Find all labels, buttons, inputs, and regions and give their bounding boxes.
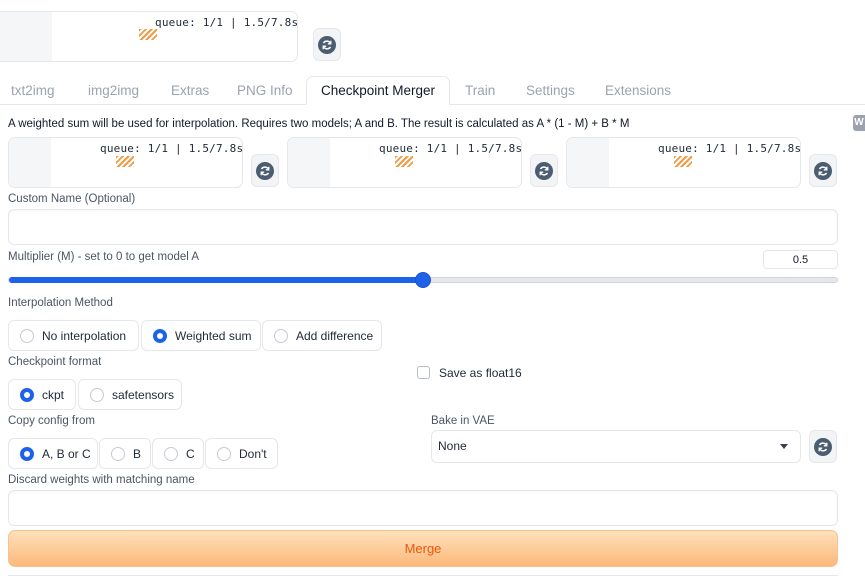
radio-weighted-sum[interactable]: Weighted sum bbox=[141, 320, 261, 351]
radio-label: safetensors bbox=[112, 387, 175, 402]
multiplier-number-input[interactable]: 0.5 bbox=[763, 250, 838, 269]
refresh-icon bbox=[256, 161, 274, 180]
loader-placeholder bbox=[288, 138, 330, 187]
progress-spinner-icon bbox=[139, 29, 157, 40]
radio-button-selected[interactable] bbox=[20, 387, 34, 402]
radio-no-interpolation[interactable]: No interpolation bbox=[8, 320, 139, 351]
tab-img2img[interactable]: img2img bbox=[88, 83, 139, 98]
radio-button[interactable] bbox=[164, 446, 178, 461]
tab-extras[interactable]: Extras bbox=[171, 83, 209, 98]
refresh-button[interactable] bbox=[313, 28, 341, 61]
refresh-model-c-button[interactable] bbox=[809, 154, 837, 187]
radio-button[interactable] bbox=[274, 328, 288, 343]
discard-weights-label: Discard weights with matching name bbox=[8, 474, 195, 486]
tab-train[interactable]: Train bbox=[465, 83, 495, 98]
tab-png-info[interactable]: PNG Info bbox=[237, 83, 293, 98]
radio-button[interactable] bbox=[217, 446, 231, 461]
queue-status: queue: 1/1 | 1.5/7.8s bbox=[155, 16, 299, 29]
bake-vae-select[interactable]: None bbox=[431, 430, 801, 463]
radio-b[interactable]: B bbox=[99, 438, 151, 469]
radio-dont[interactable]: Don't bbox=[205, 438, 278, 469]
custom-name-label: Custom Name (Optional) bbox=[8, 193, 136, 205]
radio-label: Weighted sum bbox=[175, 328, 252, 343]
bake-vae-value: None bbox=[438, 439, 467, 453]
bake-vae-label: Bake in VAE bbox=[431, 415, 495, 427]
radio-label: No interpolation bbox=[42, 328, 127, 343]
tab-checkpoint-merger[interactable]: Checkpoint Merger bbox=[306, 76, 450, 105]
chevron-down-icon bbox=[780, 444, 788, 449]
multiplier-slider[interactable] bbox=[8, 273, 838, 287]
tab-extensions[interactable]: Extensions bbox=[605, 83, 671, 98]
radio-button[interactable] bbox=[90, 387, 104, 402]
tab-txt2img[interactable]: txt2img bbox=[11, 83, 55, 98]
discard-weights-input[interactable] bbox=[8, 490, 838, 526]
radio-a-b-or-c[interactable]: A, B or C bbox=[8, 438, 98, 469]
queue-status: queue: 1/1 | 1.5/7.8s bbox=[658, 142, 802, 155]
output-divider bbox=[8, 575, 838, 576]
refresh-model-a-button[interactable] bbox=[251, 154, 279, 187]
copy-config-label: Copy config from bbox=[8, 415, 95, 427]
loader-placeholder bbox=[567, 138, 609, 187]
progress-spinner-icon bbox=[395, 156, 413, 167]
refresh-icon bbox=[814, 161, 832, 180]
refresh-model-b-button[interactable] bbox=[530, 154, 558, 187]
merge-button[interactable]: Merge bbox=[8, 530, 838, 567]
refresh-icon bbox=[814, 437, 832, 456]
checkpoint-format-label: Checkpoint format bbox=[8, 356, 102, 368]
merge-description: A weighted sum will be used for interpol… bbox=[8, 118, 630, 130]
save-float16-label[interactable]: Save as float16 bbox=[439, 366, 522, 380]
radio-label: ckpt bbox=[42, 387, 65, 402]
radio-label: Add difference bbox=[296, 328, 374, 343]
interpolation-label: Interpolation Method bbox=[8, 297, 113, 309]
radio-label: B bbox=[133, 446, 142, 461]
slider-fill bbox=[9, 277, 423, 283]
radio-c[interactable]: C bbox=[152, 438, 204, 469]
custom-name-input[interactable] bbox=[8, 209, 838, 245]
queue-status: queue: 1/1 | 1.5/7.8s bbox=[100, 142, 244, 155]
progress-spinner-icon bbox=[116, 156, 134, 167]
radio-button-selected[interactable] bbox=[153, 328, 167, 343]
refresh-vae-button[interactable] bbox=[809, 430, 837, 463]
radio-label: A, B or C bbox=[42, 446, 91, 461]
progress-spinner-icon bbox=[674, 156, 692, 167]
refresh-icon bbox=[318, 35, 336, 54]
side-tab[interactable]: W bbox=[853, 115, 865, 131]
refresh-icon bbox=[535, 161, 553, 180]
queue-status: queue: 1/1 | 1.5/7.8s bbox=[379, 142, 523, 155]
radio-button[interactable] bbox=[20, 328, 34, 343]
radio-add-difference[interactable]: Add difference bbox=[262, 320, 382, 351]
radio-safetensors[interactable]: safetensors bbox=[78, 379, 182, 410]
radio-button[interactable] bbox=[111, 446, 125, 461]
save-float16-checkbox[interactable] bbox=[417, 366, 430, 379]
multiplier-label: Multiplier (M) - set to 0 to get model A bbox=[8, 251, 200, 263]
tab-settings[interactable]: Settings bbox=[526, 83, 575, 98]
radio-label: C bbox=[186, 446, 195, 461]
loader-placeholder bbox=[9, 138, 51, 187]
loader-placeholder bbox=[0, 12, 52, 61]
slider-thumb[interactable] bbox=[416, 273, 430, 287]
radio-ckpt[interactable]: ckpt bbox=[8, 379, 76, 410]
radio-button-selected[interactable] bbox=[20, 446, 34, 461]
radio-label: Don't bbox=[239, 446, 267, 461]
